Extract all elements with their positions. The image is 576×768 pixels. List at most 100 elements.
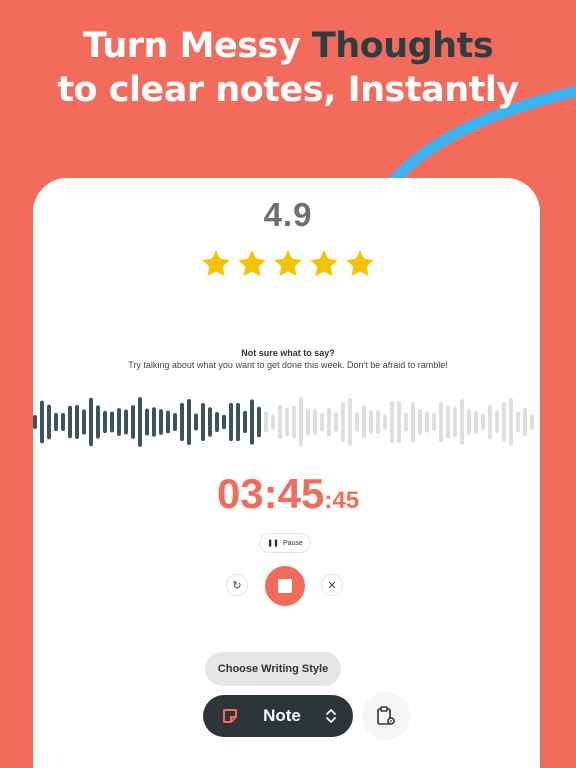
restart-icon: ↻ [232,579,242,592]
waveform-bar [257,406,261,438]
waveform-bar [397,401,401,443]
choose-writing-style-button[interactable]: Choose Writing Style [205,652,341,686]
waveform-bar [271,414,275,430]
waveform-bar [145,408,149,436]
waveform-bar [96,405,100,439]
waveform-bar [243,410,247,434]
waveform-bar [523,407,527,437]
waveform-bar [89,397,93,447]
waveform-bar [474,410,478,434]
waveform-bar [425,411,429,433]
waveform-bar [208,407,212,437]
recording-timer: 03:45:45 [0,470,576,518]
waveform-bar [222,414,226,430]
waveform-bar [306,408,310,436]
headline-highlight: Thoughts [311,26,494,66]
waveform-bar [61,413,65,431]
headline-line-1: Turn Messy Thoughts [82,26,494,66]
star-icon [202,250,230,277]
waveform-bar [376,410,380,434]
waveform-bar [509,398,513,446]
chevron-up-down-icon [326,709,336,723]
waveform-bar [278,404,282,440]
waveform-bar [481,413,485,431]
rating-value: 4.9 [263,196,313,233]
waveform-bar [215,411,219,433]
waveform-bar [180,402,184,442]
waveform-bar [460,399,464,445]
waveform-bar [131,405,135,439]
note-icon [223,709,237,723]
waveform-bar [117,408,121,436]
waveform-bar [68,405,72,439]
waveform-bar [264,411,268,433]
waveform-bar [327,407,331,437]
star-icon [238,250,266,277]
waveform-bar [369,410,373,434]
waveform-bar [355,412,359,432]
writing-style-select[interactable]: Note [203,695,353,737]
stop-icon [278,579,292,593]
waveform-bar [530,414,534,430]
waveform-bar [383,414,387,430]
waveform-bar [201,402,205,442]
pause-button[interactable]: ❚❚ Pause [259,533,311,553]
waveform-bar [516,411,520,433]
waveform-bar [411,401,415,443]
waveform-bar [313,409,317,435]
waveform-bar [341,402,345,442]
waveform-bar [502,402,506,442]
star-icon [274,250,302,277]
waveform-bar [47,404,51,440]
waveform-bar [467,409,471,435]
waveform-bar [103,410,107,434]
pause-label: Pause [282,539,303,547]
close-icon: ✕ [327,579,337,592]
waveform-bar [453,406,457,438]
waveform-bar [166,410,170,434]
waveform-bar [229,402,233,442]
waveform-bar [40,400,44,444]
waveform-bar [236,402,240,442]
star-icon [310,250,338,277]
waveform-bar [390,400,394,444]
waveform-bar [194,413,198,431]
headline-line-2: to clear notes, Instantly [57,70,519,110]
timer-main: 03:45 [216,470,325,517]
audio-waveform [33,397,534,447]
waveform-bar [187,398,191,446]
waveform-bar [446,405,450,439]
waveform-bar [299,397,303,447]
clipboard-settings-button[interactable] [362,692,410,740]
prompt-body: Try talking about what you want to get d… [128,360,448,370]
waveform-bar [320,412,324,432]
waveform-bar [152,407,156,437]
waveform-bar [159,409,163,435]
waveform-bar [124,409,128,435]
waveform-bar [54,412,58,432]
headline: Turn Messy Thoughts to clear notes, Inst… [0,24,576,112]
restart-button[interactable]: ↻ [226,574,248,596]
waveform-bar [439,401,443,443]
stop-recording-button[interactable] [265,566,305,606]
waveform-bar [82,409,86,435]
waveform-bar [75,404,79,440]
waveform-bar [33,415,37,429]
waveform-bar [432,413,436,431]
timer-fraction: :45 [324,487,360,514]
selected-writing-style: Note [263,706,301,725]
waveform-bar [418,409,422,435]
waveform-bar [404,412,408,432]
pause-icon: ❚❚ [267,540,279,547]
waveform-bar [334,412,338,432]
waveform-bar [250,399,254,445]
rating-stars [200,248,376,282]
waveform-bar [285,407,289,437]
discard-button[interactable]: ✕ [321,574,343,596]
waveform-bar [362,405,366,439]
waveform-bar [138,397,142,447]
waveform-bar [173,413,177,431]
clipboard-settings-icon [377,706,395,725]
waveform-bar [495,410,499,434]
waveform-bar [348,398,352,446]
